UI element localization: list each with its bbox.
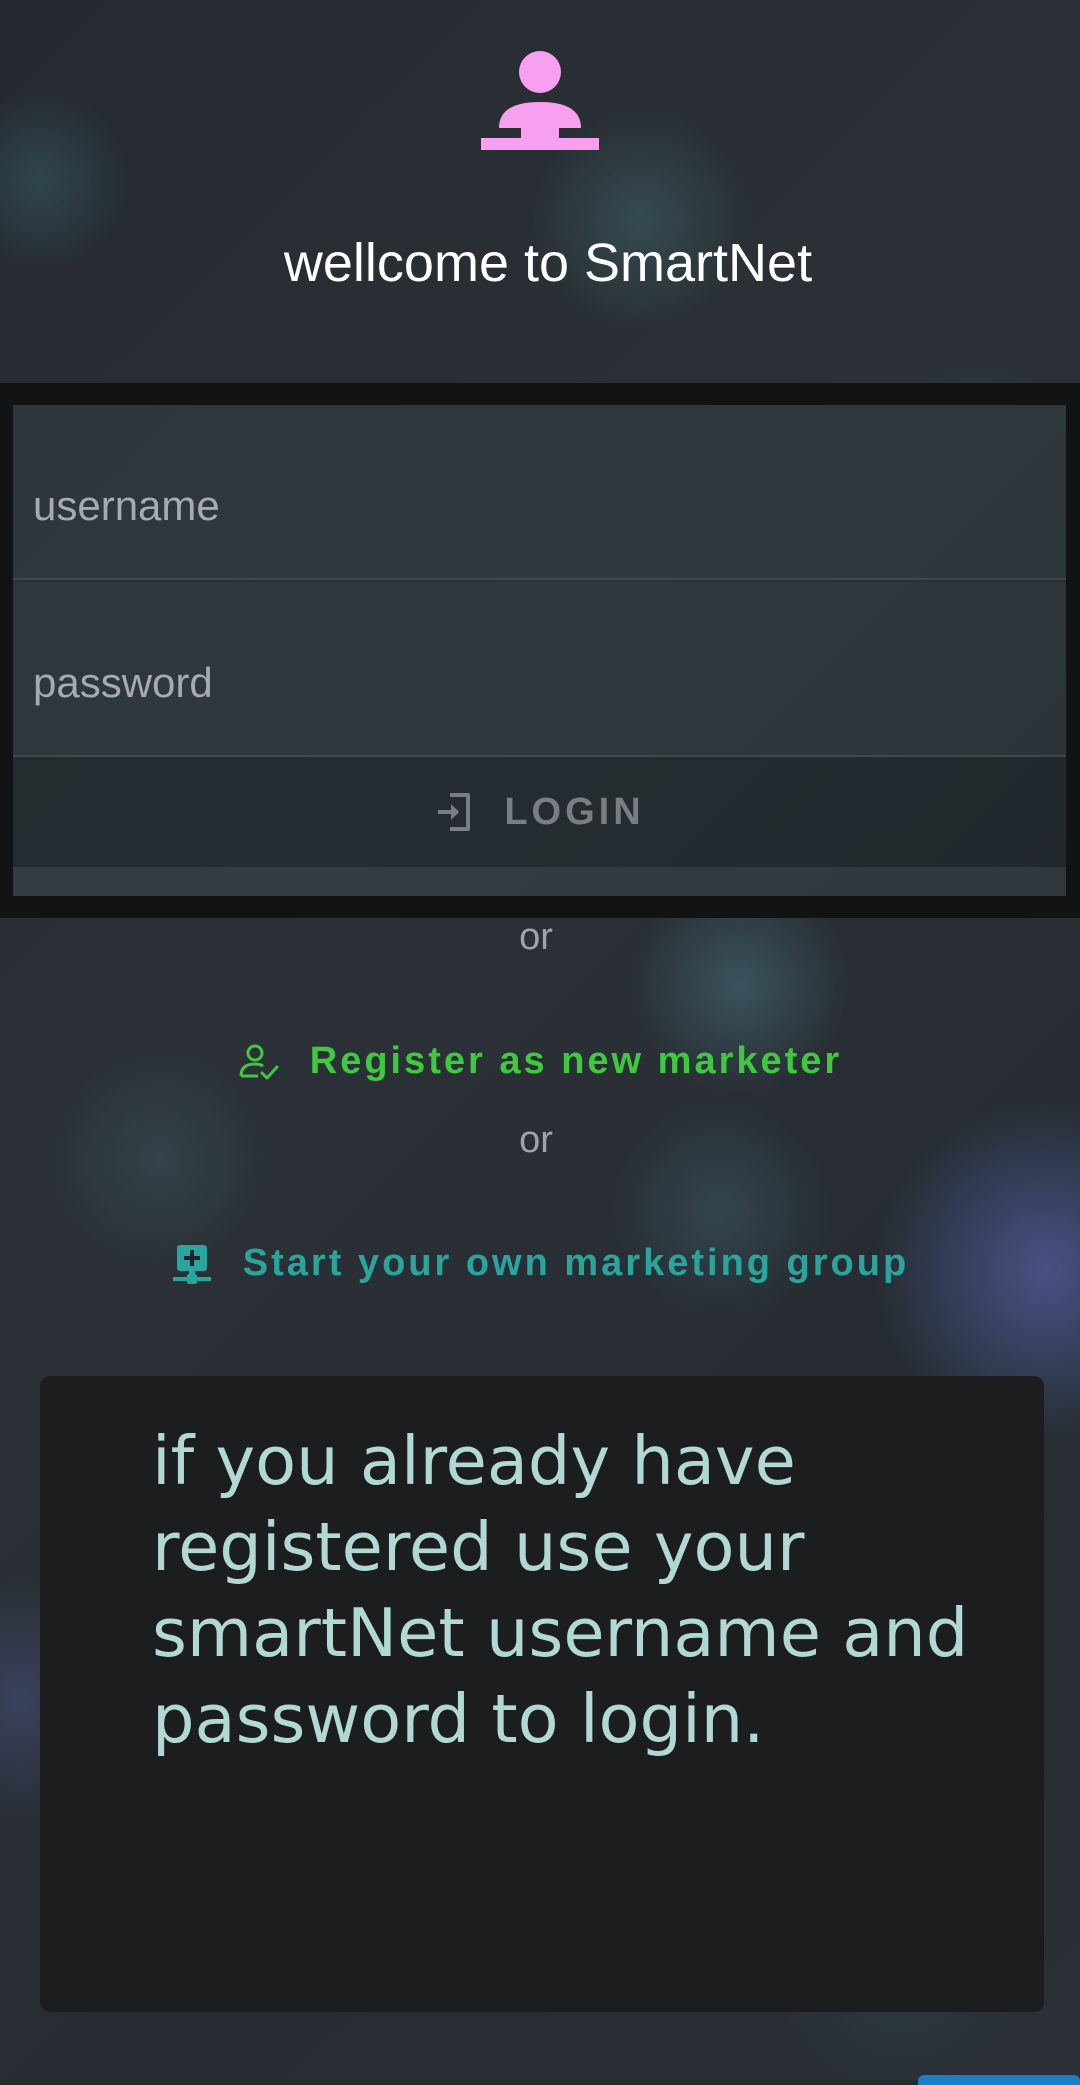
login-info-message: if you already have registered use your …: [152, 1422, 969, 1758]
app-title: wellcome to SmartNet: [283, 233, 813, 293]
start-marketing-group-button[interactable]: Start your own marketing group: [0, 1242, 1080, 1285]
user-check-icon: [239, 1044, 279, 1079]
or-separator: or: [519, 916, 553, 958]
login-button-label: LOGIN: [504, 790, 645, 833]
password-field[interactable]: [13, 582, 1066, 757]
floating-button-edge[interactable]: [918, 2075, 1080, 2085]
password-input[interactable]: [33, 659, 981, 707]
login-button[interactable]: LOGIN: [13, 757, 1066, 867]
start-marketing-group-label: Start your own marketing group: [242, 1242, 910, 1284]
login-icon: [438, 793, 471, 831]
username-field[interactable]: [13, 405, 1066, 580]
register-marketer-button[interactable]: Register as new marketer: [0, 1040, 1080, 1083]
username-input[interactable]: [33, 482, 981, 530]
or-separator: or: [519, 1119, 553, 1161]
card-footer: [13, 867, 1066, 896]
info-panel: if you already have registered use your …: [40, 1376, 1044, 2012]
register-marketer-label: Register as new marketer: [309, 1040, 843, 1082]
login-form: LOGIN: [13, 405, 1066, 896]
network-add-icon: [172, 1244, 211, 1284]
network-person-icon: [481, 51, 599, 150]
